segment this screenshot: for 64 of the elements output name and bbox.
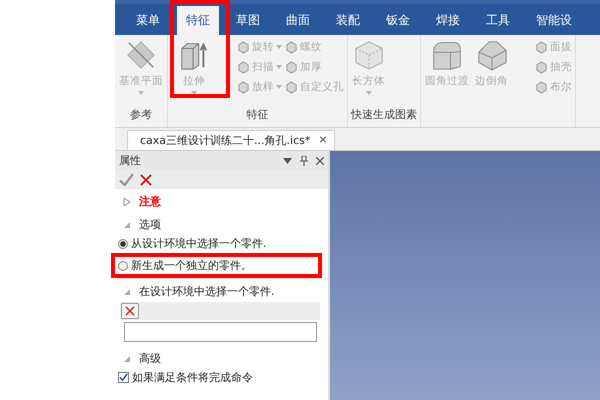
section-title: 在设计环境中选择一个零件. <box>139 284 274 299</box>
section-title: 高级 <box>139 351 161 366</box>
radio-label: 从设计环境中选择一个零件. <box>131 236 266 251</box>
ribbon-button[interactable]: 扫描 <box>237 59 282 75</box>
selection-field[interactable] <box>124 322 317 342</box>
checkbox[interactable] <box>118 372 129 383</box>
box-icon <box>352 39 384 71</box>
clear-button[interactable] <box>121 303 139 319</box>
chamfered-block-icon <box>476 39 508 71</box>
ribbon-button[interactable]: 拉伸 <box>177 39 211 95</box>
radio-button[interactable] <box>118 238 128 248</box>
feature-icon <box>285 60 298 74</box>
close-icon[interactable] <box>316 156 324 164</box>
group-label: 特征 <box>246 107 268 122</box>
group-label: 参考 <box>130 107 152 122</box>
radio-button[interactable] <box>118 260 128 270</box>
document-title: caxa三维设计训练二十...角孔.ics* <box>140 133 310 148</box>
menu-tab[interactable]: 曲面 <box>277 6 319 35</box>
group-label: 快速生成图素 <box>351 107 417 122</box>
feature-icon <box>535 80 548 94</box>
document-tab[interactable]: caxa三维设计训练二十...角孔.ics* × <box>127 130 335 150</box>
close-button[interactable]: × <box>318 133 328 148</box>
feature-icon <box>237 60 250 74</box>
menu-tab[interactable]: 特征 <box>177 6 219 35</box>
menu-tab[interactable]: 草图 <box>227 6 269 35</box>
menu-tab[interactable]: 钣金 <box>377 6 419 35</box>
ribbon-button[interactable]: 长方体 <box>351 39 386 95</box>
section-title: 注意 <box>139 194 161 209</box>
section-title: 选项 <box>139 217 161 232</box>
feature-icon <box>237 40 250 54</box>
expanded-arrow-icon[interactable] <box>123 288 131 296</box>
menu-tab[interactable]: 工具 <box>477 6 519 35</box>
check-icon[interactable] <box>119 173 134 186</box>
ribbon-button[interactable]: 自定义孔 <box>285 79 344 95</box>
menu-tab[interactable]: 焊接 <box>427 6 469 35</box>
expanded-arrow-icon[interactable] <box>123 220 131 228</box>
feature-icon <box>535 40 548 54</box>
ribbon-button[interactable]: 布尔 <box>535 79 572 95</box>
feature-icon <box>237 80 250 94</box>
menu-tab[interactable]: 装配 <box>327 6 369 35</box>
checkbox-label: 如果满足条件将完成命令 <box>132 370 253 385</box>
ribbon-button[interactable]: 边倒角 <box>474 39 509 88</box>
plane-icon <box>125 39 157 71</box>
menu-tab[interactable]: 智能设 <box>527 6 581 35</box>
ribbon-button[interactable]: 旋转 <box>237 39 282 55</box>
ribbon-button[interactable]: 放样 <box>237 79 282 95</box>
pin-icon[interactable] <box>300 156 308 166</box>
ribbon-button[interactable]: 加厚 <box>285 59 344 75</box>
feature-icon <box>285 40 298 54</box>
ribbon-button[interactable]: 圆角过渡 <box>424 39 470 88</box>
expanded-arrow-icon[interactable] <box>123 354 131 362</box>
collapsed-arrow-icon[interactable] <box>123 198 131 206</box>
ribbon-button[interactable]: 螺纹 <box>285 39 344 55</box>
feature-icon <box>535 60 548 74</box>
ribbon-button[interactable]: 基准平面 <box>118 39 164 95</box>
panel-title: 属性 <box>119 153 141 168</box>
menu-tab[interactable]: 菜单 <box>127 6 169 35</box>
ribbon-button[interactable]: 抽壳 <box>535 59 572 75</box>
radio-label: 新生成一个独立的零件。 <box>131 258 252 273</box>
dropdown-icon[interactable] <box>283 158 292 164</box>
feature-icon <box>285 80 298 94</box>
rounded-block-icon <box>431 39 463 71</box>
ribbon-button[interactable]: 面拔 <box>535 39 572 55</box>
cross-icon[interactable] <box>140 174 152 186</box>
